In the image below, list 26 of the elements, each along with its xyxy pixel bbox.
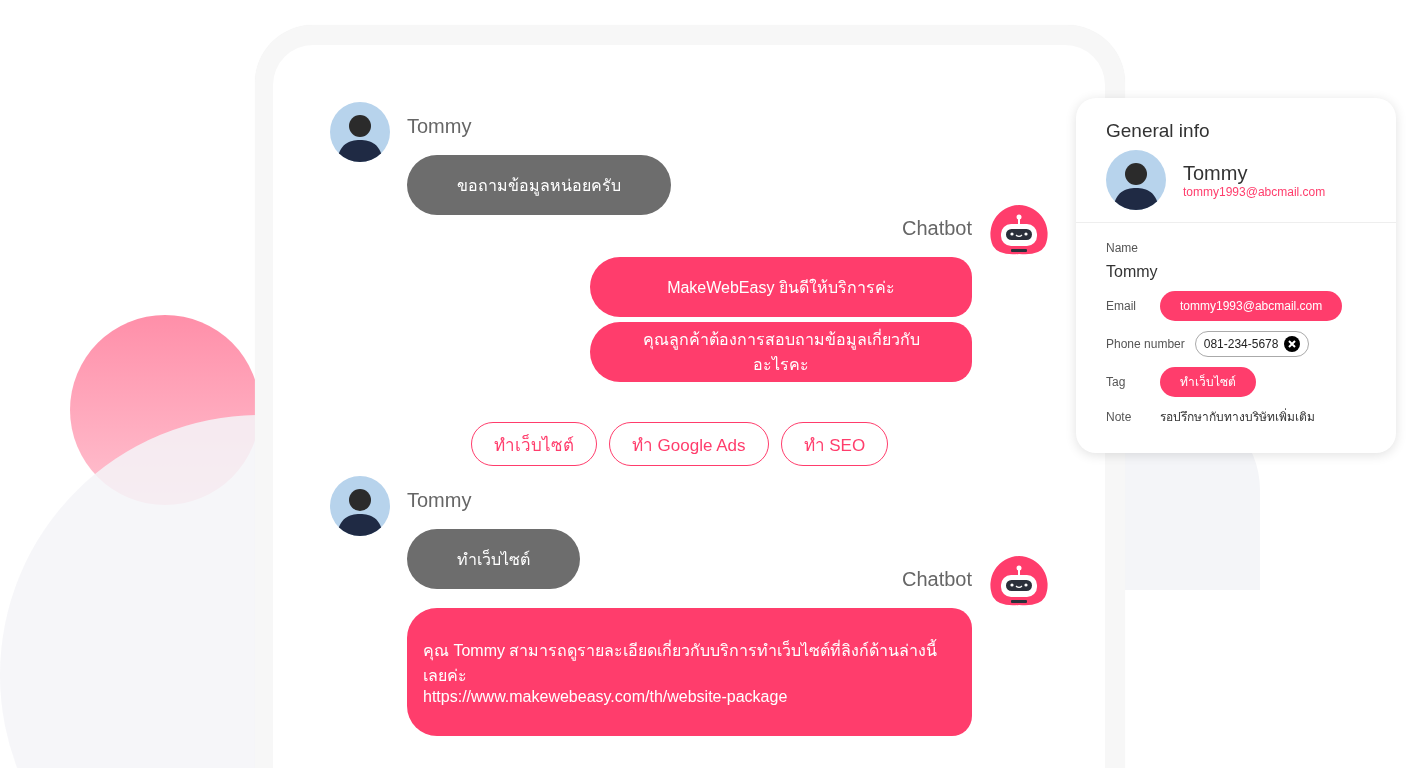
field-label: Name [1106, 241, 1138, 255]
close-icon[interactable] [1284, 336, 1301, 352]
profile-email: tommy1993@abcmail.com [1183, 184, 1326, 199]
message-bubble: ทำเว็บไซต์ [407, 529, 580, 589]
sender-name: Tommy [407, 488, 472, 513]
quick-reply-button[interactable]: ทำ Google Ads [608, 422, 769, 466]
field-tag: ทำเว็บไซต์ [1160, 367, 1256, 397]
field-label: Phone number [1106, 337, 1185, 351]
sender-name: Chatbot [901, 567, 972, 592]
message-bubble: MakeWebEasy ยินดีให้บริการค่ะ [590, 257, 972, 317]
field-value: รอปรึกษากับทางบริษัทเพิ่มเติม [1160, 407, 1315, 426]
sender-name: Tommy [407, 114, 472, 139]
field-label: Tag [1106, 375, 1127, 389]
profile-name: Tommy [1183, 161, 1249, 185]
card-title: General info [1105, 119, 1211, 143]
message-bubble: ขอถามข้อมูลหน่อยครับ [407, 155, 671, 215]
message-bubble: คุณลูกค้าต้องการสอบถามข้อมูลเกี่ยวกับอะไรคะ [590, 322, 972, 382]
message-link[interactable]: https://www.makewebeasy.com/th/website-package [423, 688, 956, 706]
field-value: Tommy [1106, 263, 1158, 281]
quick-reply-button[interactable]: ทำเว็บไซต์ [470, 422, 597, 466]
sender-name: Chatbot [901, 216, 972, 241]
field-tag: tommy1993@abcmail.com [1160, 291, 1343, 321]
field-label: Note [1106, 409, 1133, 424]
chip-text: 081-234-5678 [1203, 337, 1279, 351]
field-label: Email [1106, 299, 1137, 313]
quick-reply-button[interactable]: ทำ SEO [780, 422, 889, 466]
